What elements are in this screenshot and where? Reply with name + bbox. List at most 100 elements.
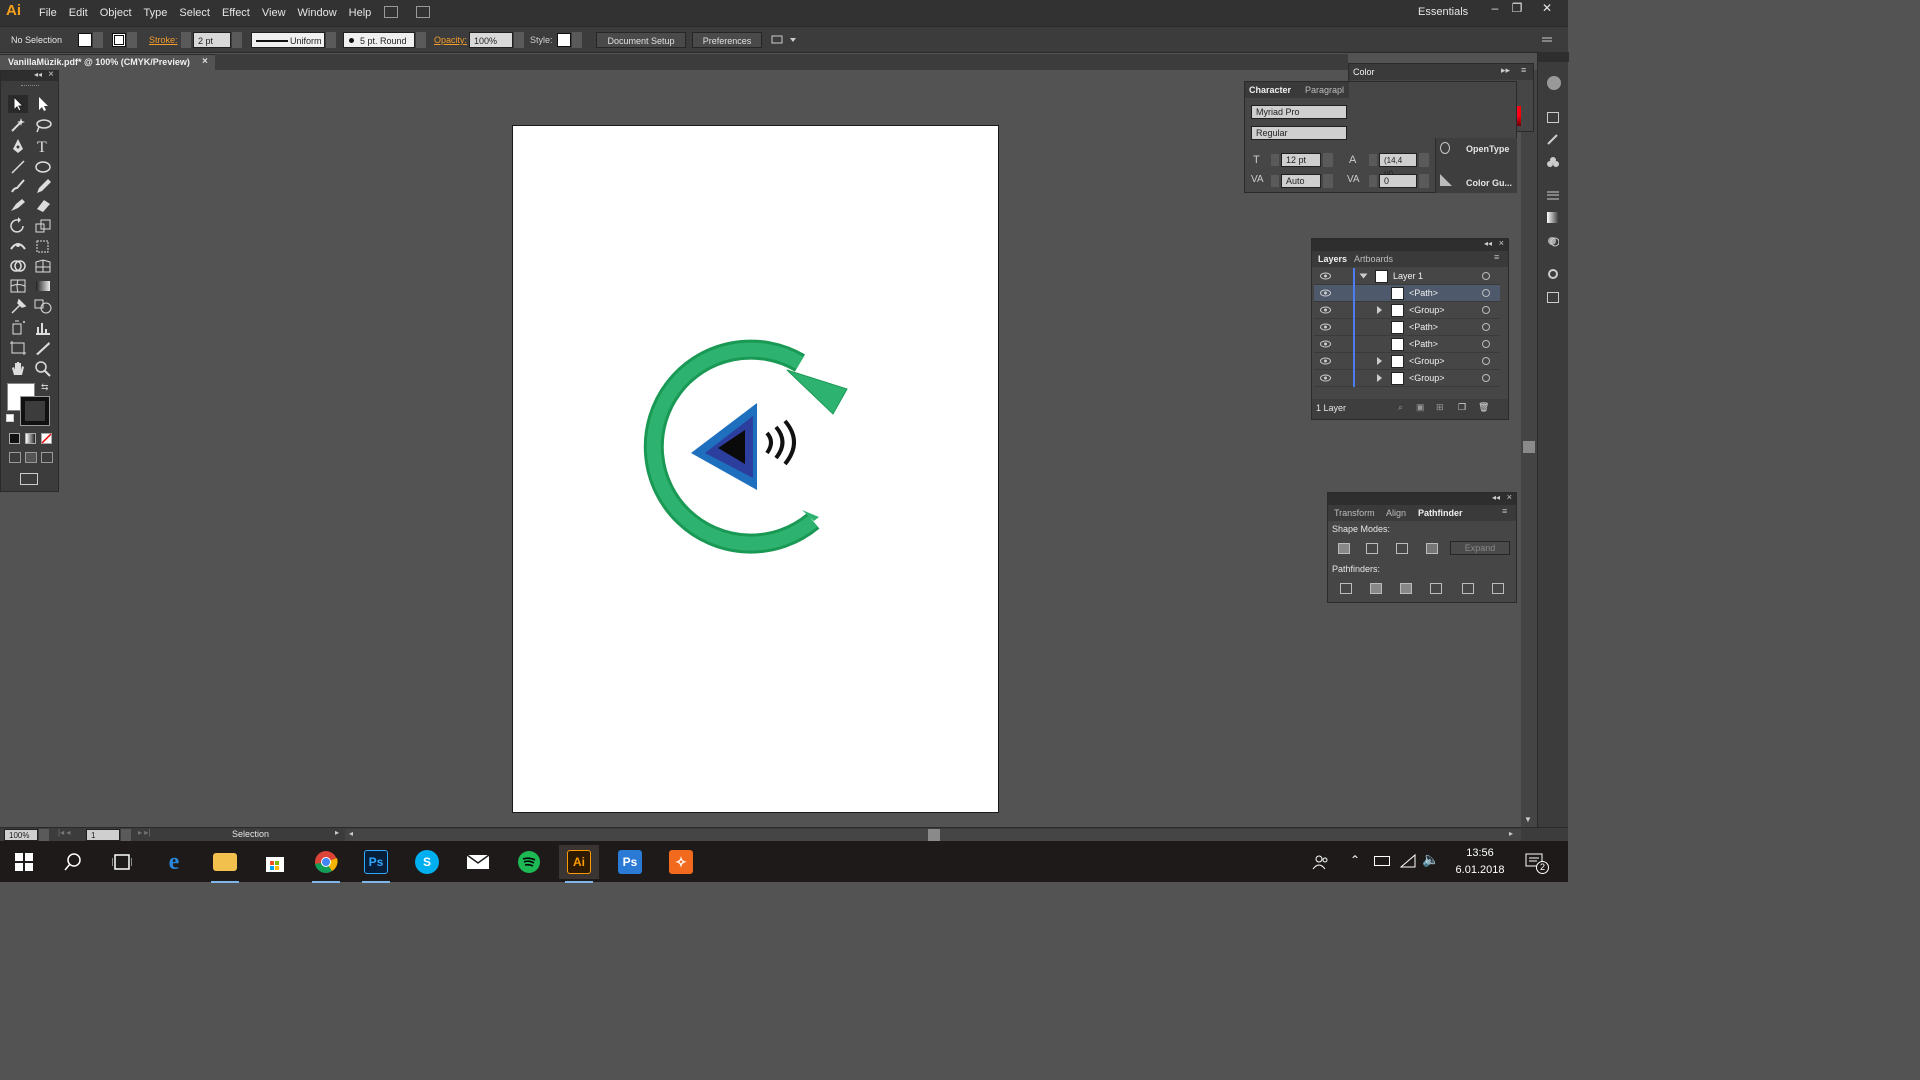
spotify-taskbar-button[interactable] (509, 845, 549, 879)
shape-builder-tool-icon[interactable] (8, 257, 28, 275)
menu-effect[interactable]: Effect (216, 7, 256, 19)
artboard-tool-icon[interactable] (8, 339, 28, 357)
expand-arrow-icon[interactable] (1377, 357, 1382, 365)
menu-file[interactable]: File (33, 7, 63, 19)
expand-button[interactable]: Expand (1450, 541, 1510, 555)
visibility-eye-icon[interactable] (1320, 306, 1331, 314)
photoshop-taskbar-button[interactable]: Ps (356, 845, 396, 883)
visibility-eye-icon[interactable] (1320, 289, 1331, 297)
tab-align[interactable]: Align (1386, 508, 1406, 518)
stroke-label[interactable]: Stroke: (149, 32, 178, 48)
document-setup-button[interactable]: Document Setup (596, 32, 686, 48)
outline-icon[interactable] (1462, 583, 1474, 594)
layer-row[interactable]: <Group> (1314, 353, 1500, 370)
layer-row[interactable]: <Group> (1314, 302, 1500, 319)
kerning-field[interactable]: Auto (1281, 174, 1321, 188)
last-artboard-icon[interactable]: ▸ ▸| (138, 828, 150, 837)
expand-arrow-icon[interactable] (1377, 306, 1382, 314)
start-button[interactable] (4, 845, 44, 879)
scroll-down-arrow-icon[interactable]: ▼ (1524, 815, 1532, 824)
rotate-tool-icon[interactable] (8, 217, 28, 235)
layer-row[interactable]: Layer 1 (1314, 268, 1500, 285)
menu-help[interactable]: Help (343, 7, 378, 19)
task-view-button[interactable] (102, 845, 142, 879)
pathfinder-collapse-icon[interactable]: ◂◂ (1492, 493, 1500, 502)
pathfinder-close-icon[interactable]: × (1507, 492, 1512, 502)
stroke-color-swatch[interactable] (20, 396, 50, 426)
color-guide-icon[interactable] (1440, 174, 1452, 186)
font-size-field[interactable]: 12 pt (1281, 153, 1321, 167)
expand-arrow-icon[interactable] (1377, 374, 1382, 382)
pen-tool-icon[interactable] (8, 137, 28, 155)
control-panel-menu-icon[interactable] (1540, 32, 1554, 48)
target-circle-icon[interactable] (1482, 323, 1490, 331)
layer-name[interactable]: <Group> (1409, 356, 1445, 366)
layer-row[interactable]: <Path> (1314, 319, 1500, 336)
unite-icon[interactable] (1338, 543, 1350, 554)
font-family-field[interactable]: Myriad Pro (1251, 105, 1347, 119)
stroke-panel-icon[interactable] (1547, 190, 1559, 201)
file-explorer-taskbar-button[interactable] (205, 845, 245, 883)
intersect-icon[interactable] (1396, 543, 1408, 554)
tab-character[interactable]: Character (1249, 85, 1291, 95)
artboard-number-field[interactable]: 1 (86, 829, 120, 841)
people-icon[interactable] (1312, 853, 1330, 871)
visibility-eye-icon[interactable] (1320, 374, 1331, 382)
stroke-weight-field[interactable]: 2 pt (181, 32, 243, 48)
bridge-icon[interactable] (384, 6, 398, 18)
minus-back-icon[interactable] (1492, 583, 1504, 594)
draw-normal-icon[interactable] (9, 452, 21, 463)
restore-icon[interactable]: ❐ (1506, 0, 1528, 18)
target-circle-icon[interactable] (1482, 374, 1490, 382)
free-transform-tool-icon[interactable] (33, 237, 53, 255)
color-panel-menu-icon[interactable]: ≡ (1521, 65, 1526, 75)
screen-mode-icon[interactable] (20, 473, 38, 485)
target-circle-icon[interactable] (1482, 357, 1490, 365)
target-circle-icon[interactable] (1482, 306, 1490, 314)
symbol-sprayer-tool-icon[interactable] (8, 318, 28, 336)
layer-row[interactable]: <Path> (1314, 336, 1500, 353)
vertical-scrollbar[interactable]: ▼ (1521, 70, 1537, 827)
stroke-swatch[interactable] (112, 32, 138, 48)
zoom-tool-icon[interactable] (33, 359, 53, 377)
variable-width-profile[interactable]: Uniform (251, 32, 337, 48)
horizontal-scrollbar[interactable]: ◂ ▸ (345, 829, 1521, 841)
swatches-panel-icon[interactable] (1547, 112, 1559, 123)
layer-name[interactable]: <Path> (1409, 288, 1438, 298)
hand-tool-icon[interactable] (8, 359, 28, 377)
store-taskbar-button[interactable] (255, 845, 295, 879)
tracking-field[interactable]: 0 (1379, 174, 1417, 188)
opacity-label[interactable]: Opacity: (434, 32, 467, 48)
exclude-icon[interactable] (1426, 543, 1438, 554)
layer-name[interactable]: <Group> (1409, 373, 1445, 383)
menu-select[interactable]: Select (173, 7, 216, 19)
merge-icon[interactable] (1400, 583, 1412, 594)
lasso-tool-icon[interactable] (33, 116, 53, 134)
photoshop-2-taskbar-button[interactable]: Ps (610, 845, 650, 879)
locate-object-icon[interactable]: ⌕ (1398, 402, 1403, 413)
trim-icon[interactable] (1370, 583, 1382, 594)
horizontal-scroll-thumb[interactable] (928, 829, 940, 841)
scroll-right-arrow-icon[interactable]: ▸ (1509, 829, 1513, 838)
none-mode-icon[interactable] (41, 433, 52, 444)
tab-transform[interactable]: Transform (1334, 508, 1375, 518)
battery-icon[interactable] (1374, 856, 1390, 866)
layer-row[interactable]: <Group> (1314, 370, 1500, 387)
zoom-level-field[interactable]: 100% (4, 829, 38, 841)
chrome-taskbar-button[interactable] (306, 845, 346, 883)
arrange-options-icon[interactable] (770, 32, 798, 48)
slice-tool-icon[interactable] (33, 339, 53, 357)
font-style-field[interactable]: Regular (1251, 126, 1347, 140)
tab-pathfinder[interactable]: Pathfinder (1418, 508, 1463, 518)
workspace-switcher[interactable]: Essentials (1418, 6, 1468, 18)
search-button[interactable] (53, 845, 93, 879)
gradient-mode-icon[interactable] (25, 433, 36, 444)
target-circle-icon[interactable] (1482, 289, 1490, 297)
visibility-eye-icon[interactable] (1320, 340, 1331, 348)
gradient-tool-icon[interactable] (33, 277, 53, 295)
layers-panel-menu-icon[interactable]: ≡ (1494, 252, 1499, 262)
magic-wand-tool-icon[interactable] (8, 116, 28, 134)
minimize-icon[interactable]: – (1484, 0, 1506, 18)
artboard[interactable] (512, 125, 999, 813)
visibility-eye-icon[interactable] (1320, 357, 1331, 365)
